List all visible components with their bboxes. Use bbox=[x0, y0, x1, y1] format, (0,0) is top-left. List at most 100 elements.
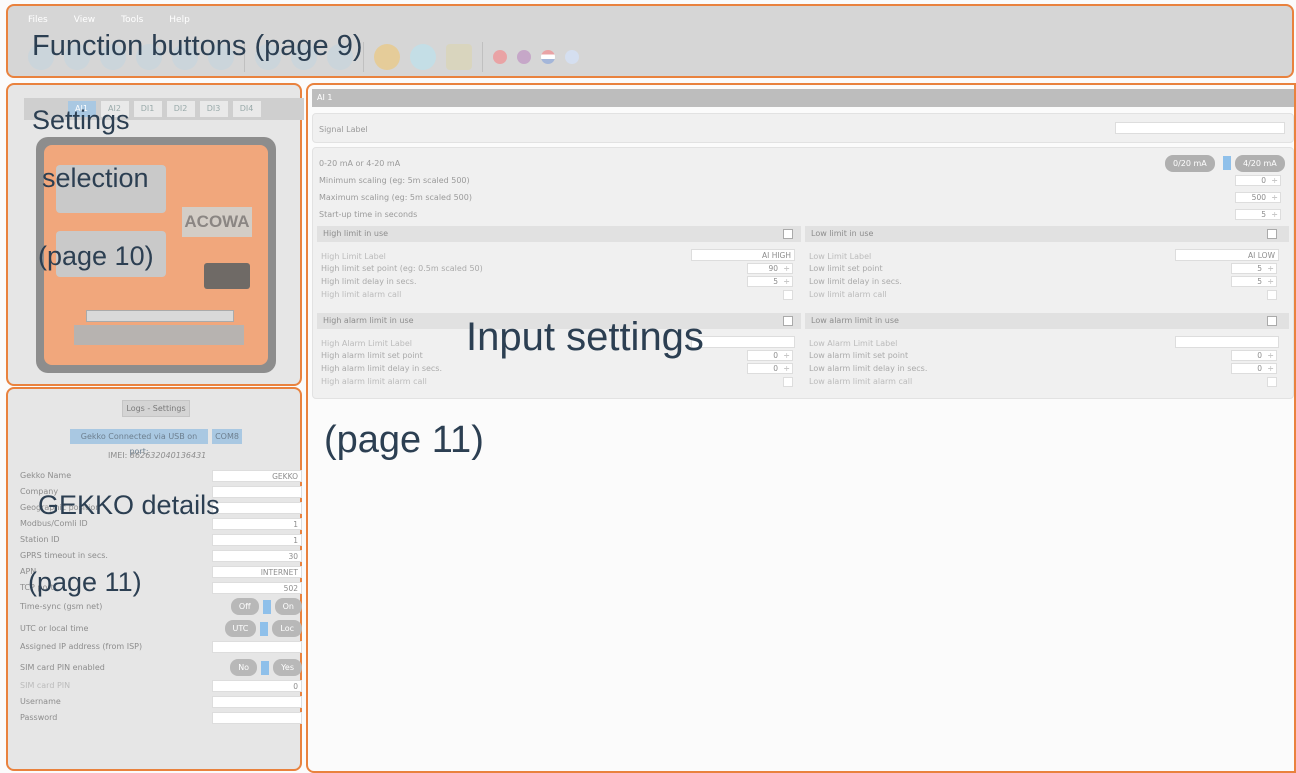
password-input[interactable] bbox=[212, 711, 302, 724]
tab-di1[interactable]: DI1 bbox=[133, 101, 162, 117]
high-limit-header: High limit in use bbox=[317, 226, 801, 242]
tab-di3[interactable]: DI3 bbox=[199, 101, 228, 117]
high-limit-setpoint-label: High limit set point (eg: 0.5m scaled 50… bbox=[321, 264, 483, 273]
range-label: 0-20 mA or 4-20 mA bbox=[319, 159, 401, 168]
toggle-label: SIM card PIN enabled bbox=[20, 663, 105, 672]
startup-input[interactable]: 5 bbox=[1235, 209, 1281, 220]
toolbar-separator bbox=[363, 42, 364, 72]
low-limit-checkbox[interactable] bbox=[1267, 229, 1277, 239]
annotation-settings-2: selection bbox=[42, 163, 149, 193]
min-scaling-label: Minimum scaling (eg: 5m scaled 500) bbox=[319, 176, 470, 185]
high-alarm-delay-input[interactable]: 0 bbox=[747, 363, 793, 374]
toggle-on[interactable]: Yes bbox=[273, 659, 302, 676]
toggle-on[interactable]: Loc bbox=[272, 620, 302, 637]
gear-icon[interactable] bbox=[374, 44, 400, 70]
field-row: Station ID 1 bbox=[20, 533, 302, 546]
low-alarm-delay-input[interactable]: 0 bbox=[1231, 363, 1277, 374]
high-limit-setpoint-input[interactable]: 90 bbox=[747, 263, 793, 274]
toggle-row: UTC or local time UTC Loc bbox=[20, 619, 302, 638]
annotation-gekko-2: (page 11) bbox=[28, 567, 142, 597]
utc-local-toggle[interactable]: UTC Loc bbox=[224, 620, 302, 637]
station-id-input[interactable]: 1 bbox=[212, 533, 302, 546]
time-sync-toggle[interactable]: Off On bbox=[230, 598, 302, 615]
menu-bar: Files View Tools Help bbox=[28, 15, 190, 25]
high-limit-alarm-checkbox[interactable] bbox=[783, 290, 793, 300]
high-alarm-checkbox[interactable] bbox=[783, 316, 793, 326]
scaling-section: 0-20 mA or 4-20 mA 0/20 mA 4/20 mA Minim… bbox=[312, 147, 1294, 399]
low-alarm-delay-label: Low alarm limit delay in secs. bbox=[809, 364, 928, 373]
high-limit-label-input[interactable]: AI HIGH bbox=[691, 249, 795, 261]
field-row: GPRS timeout in secs. 30 bbox=[20, 549, 302, 562]
max-scaling-input[interactable]: 500 bbox=[1235, 192, 1281, 203]
modbus-id-input[interactable]: 1 bbox=[212, 517, 302, 530]
low-limit-header: Low limit in use bbox=[805, 226, 1289, 242]
device-base bbox=[74, 325, 244, 345]
high-alarm-alarm-checkbox[interactable] bbox=[783, 377, 793, 387]
high-alarm-setpoint-input[interactable]: 0 bbox=[747, 350, 793, 361]
sim-pin-toggle[interactable]: No Yes bbox=[230, 659, 302, 676]
field-label: Assigned IP address (from ISP) bbox=[20, 642, 143, 651]
startup-label: Start-up time in seconds bbox=[319, 210, 418, 219]
gprs-timeout-input[interactable]: 30 bbox=[212, 549, 302, 562]
menu-files[interactable]: Files bbox=[28, 15, 48, 25]
device-terminal bbox=[204, 263, 250, 289]
field-label: Username bbox=[20, 697, 61, 706]
low-alarm-alarm-label: Low alarm limit alarm call bbox=[809, 377, 913, 386]
high-alarm-delay-label: High alarm limit delay in secs. bbox=[321, 364, 443, 373]
low-limit-delay-input[interactable]: 5 bbox=[1231, 276, 1277, 287]
high-limit-alarm-label: High limit alarm call bbox=[321, 290, 402, 299]
high-limit-checkbox[interactable] bbox=[783, 229, 793, 239]
tab-di2[interactable]: DI2 bbox=[166, 101, 195, 117]
apn-input[interactable]: INTERNET bbox=[212, 565, 302, 578]
high-alarm-alarm-label: High alarm limit alarm call bbox=[321, 377, 427, 386]
toggle-off[interactable]: UTC bbox=[224, 620, 257, 637]
company-input[interactable] bbox=[212, 485, 302, 498]
sim-pin-input[interactable]: 0 bbox=[212, 679, 302, 692]
low-alarm-setpoint-input[interactable]: 0 bbox=[1231, 350, 1277, 361]
low-limit-alarm-checkbox[interactable] bbox=[1267, 290, 1277, 300]
device-rail bbox=[86, 310, 234, 322]
range-0-20-button[interactable]: 0/20 mA bbox=[1165, 155, 1215, 172]
gekko-name-input[interactable]: GEKKO bbox=[212, 469, 302, 482]
toggle-on[interactable]: On bbox=[274, 598, 302, 615]
imei-value: 862632040136431 bbox=[129, 451, 207, 460]
toggle-off[interactable]: Off bbox=[230, 598, 259, 615]
toggle-off[interactable]: No bbox=[230, 659, 258, 676]
low-alarm-setpoint-label: Low alarm limit set point bbox=[809, 351, 909, 360]
high-alarm-label-text: High Alarm Limit Label bbox=[321, 339, 412, 348]
min-scaling-input[interactable]: 0 bbox=[1235, 175, 1281, 186]
username-input[interactable] bbox=[212, 695, 302, 708]
flag-fi-icon[interactable] bbox=[565, 50, 579, 64]
calibrate-icon[interactable] bbox=[446, 44, 472, 70]
low-alarm-label-input[interactable] bbox=[1175, 336, 1279, 348]
settings-selection-panel: AI1 AI2 DI1 DI2 DI3 DI4 ACOWA Settings s… bbox=[6, 83, 304, 386]
low-alarm-alarm-checkbox[interactable] bbox=[1267, 377, 1277, 387]
signal-label-text: Signal Label bbox=[319, 125, 368, 134]
annotation-gekko-1: GEKKO details bbox=[38, 490, 220, 520]
low-limit-setpoint-input[interactable]: 5 bbox=[1231, 263, 1277, 274]
tab-di4[interactable]: DI4 bbox=[232, 101, 261, 117]
device-brand-label: ACOWA bbox=[182, 207, 252, 237]
low-alarm-checkbox[interactable] bbox=[1267, 316, 1277, 326]
menu-help[interactable]: Help bbox=[169, 15, 190, 25]
imei-line: IMEI: 862632040136431 bbox=[108, 451, 206, 460]
function-buttons-panel: Files View Tools Help Function buttons (… bbox=[6, 4, 1294, 78]
pulse-icon[interactable] bbox=[410, 44, 436, 70]
flag-nl-icon[interactable] bbox=[541, 50, 555, 64]
menu-view[interactable]: View bbox=[74, 15, 95, 25]
signal-label-input[interactable] bbox=[1115, 122, 1285, 134]
low-limit-label-input[interactable]: AI LOW bbox=[1175, 249, 1279, 261]
annotation-input-1: Input settings bbox=[466, 315, 704, 359]
max-scaling-label: Maximum scaling (eg: 5m scaled 500) bbox=[319, 193, 472, 202]
high-alarm-label-input[interactable] bbox=[691, 336, 795, 348]
toggle-row: Time-sync (gsm net) Off On bbox=[20, 597, 302, 616]
range-4-20-button[interactable]: 4/20 mA bbox=[1235, 155, 1285, 172]
geo-position-input[interactable] bbox=[212, 501, 302, 514]
flag-uk-icon[interactable] bbox=[517, 50, 531, 64]
logs-settings-button[interactable]: Logs - Settings bbox=[122, 400, 190, 417]
flag-dk-icon[interactable] bbox=[493, 50, 507, 64]
tcp-port-input[interactable]: 502 bbox=[212, 581, 302, 594]
high-limit-delay-input[interactable]: 5 bbox=[747, 276, 793, 287]
menu-tools[interactable]: Tools bbox=[121, 15, 143, 25]
port-badge[interactable]: COM8 bbox=[212, 429, 242, 444]
